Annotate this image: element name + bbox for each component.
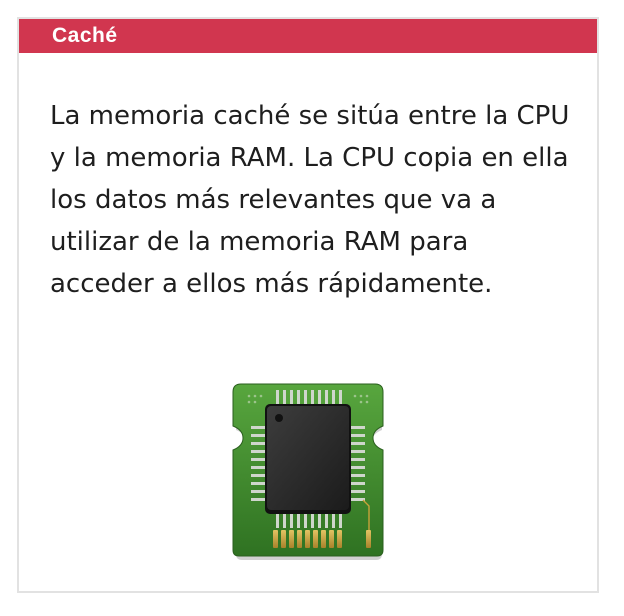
memory-chip-icon	[229, 380, 387, 564]
card-description: La memoria caché se sitúa entre la CPU y…	[50, 101, 570, 299]
card-header: Caché	[19, 19, 597, 53]
cache-card: Caché La memoria caché se sitúa entre la…	[17, 17, 599, 593]
card-title: Caché	[52, 24, 118, 47]
